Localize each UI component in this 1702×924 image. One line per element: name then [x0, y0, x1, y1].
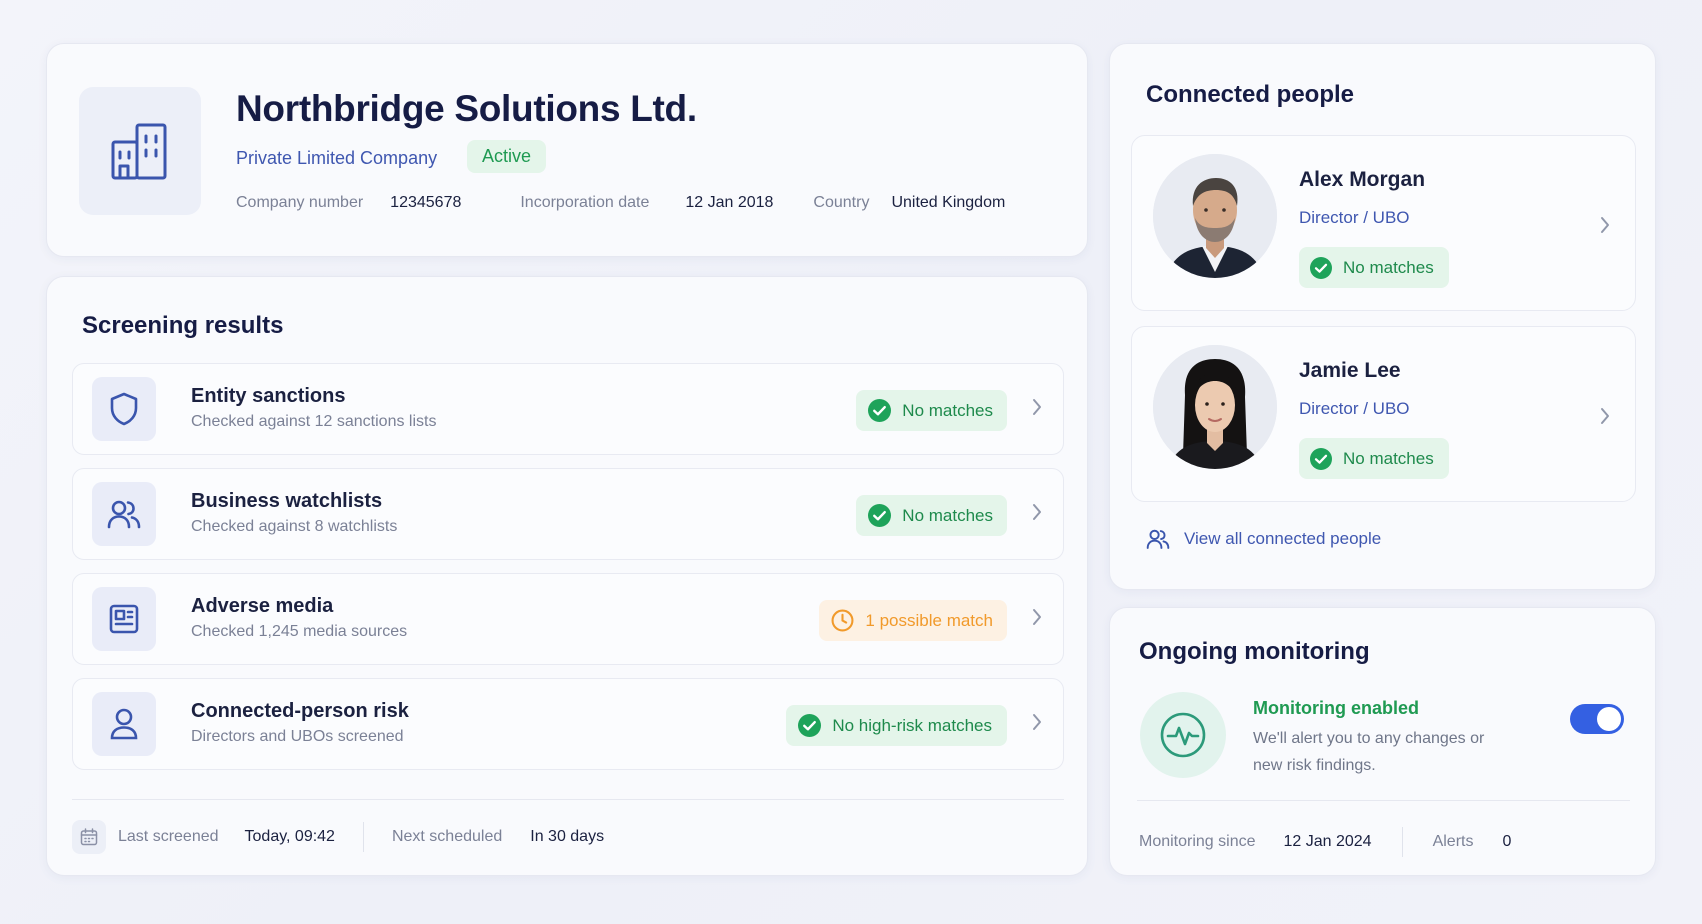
screening-row-entity-sanctions[interactable]: Entity sanctions Checked against 12 sanc… [72, 363, 1064, 455]
chevron-right-icon[interactable] [1599, 405, 1611, 427]
company-header-card: Northbridge Solutions Ltd. Private Limit… [46, 43, 1088, 257]
person-name: Jamie Lee [1299, 359, 1401, 382]
result-text: No matches [902, 400, 993, 420]
incorporation-date-value: 12 Jan 2018 [685, 194, 774, 211]
calendar-icon [72, 820, 106, 854]
result-badge: No matches [856, 495, 1007, 536]
result-text: 1 possible match [865, 610, 993, 630]
check-title: Entity sanctions [191, 385, 346, 407]
shield-icon [92, 377, 156, 441]
toggle-knob [1597, 707, 1621, 731]
company-status-badge: Active [467, 140, 547, 173]
monitoring-toggle[interactable] [1570, 704, 1624, 734]
view-all-label: View all connected people [1184, 529, 1382, 548]
check-circle-icon [1310, 447, 1332, 470]
avatar [1153, 345, 1277, 469]
person-role: Director / UBO [1299, 208, 1410, 227]
person-card-alex-morgan[interactable]: Alex Morgan Director / UBO No matches [1131, 135, 1636, 311]
person-icon [92, 692, 156, 756]
last-screened-value: Today, 09:42 [244, 828, 335, 845]
screening-row-business-watchlists[interactable]: Business watchlists Checked against 8 wa… [72, 468, 1064, 560]
company-number-label: Company number [236, 194, 364, 211]
screening-footer: Last screened Today, 09:42 Next schedule… [72, 820, 604, 854]
users-icon [92, 482, 156, 546]
company-meta-row: Company number 12345678 Incorporation da… [236, 194, 1005, 212]
connected-people-card: Connected people Alex Morgan Director / … [1109, 43, 1656, 590]
check-title: Connected-person risk [191, 700, 409, 722]
screening-results-title: Screening results [82, 312, 284, 339]
country-value: United Kingdom [891, 194, 1006, 211]
result-badge: 1 possible match [819, 600, 1007, 641]
result-badge: No high-risk matches [786, 705, 1007, 746]
monitoring-since-label: Monitoring since [1139, 833, 1256, 850]
check-subtitle: Directors and UBOs screened [191, 728, 404, 745]
building-icon [79, 87, 201, 215]
person-name: Alex Morgan [1299, 168, 1426, 191]
vertical-divider [362, 822, 364, 852]
connected-people-title: Connected people [1146, 81, 1355, 108]
check-subtitle: Checked against 8 watchlists [191, 518, 398, 535]
incorporation-date-label: Incorporation date [520, 194, 650, 211]
avatar [1153, 154, 1277, 278]
divider [1137, 800, 1630, 801]
next-scheduled-label: Next scheduled [391, 828, 503, 845]
users-icon [1146, 528, 1170, 550]
result-text: No high-risk matches [832, 715, 992, 735]
result-badge: No matches [1299, 438, 1449, 479]
result-badge: No matches [1299, 247, 1449, 288]
result-badge: No matches [856, 390, 1007, 431]
activity-pulse-icon [1140, 692, 1226, 778]
check-subtitle: Checked 1,245 media sources [191, 623, 408, 640]
newspaper-icon [92, 587, 156, 651]
alerts-label: Alerts [1432, 833, 1474, 850]
company-number-value: 12345678 [390, 194, 462, 211]
check-subtitle: Checked against 12 sanctions lists [191, 413, 437, 430]
chevron-right-icon[interactable] [1031, 711, 1043, 733]
chevron-right-icon[interactable] [1031, 396, 1043, 418]
ongoing-monitoring-card: Ongoing monitoring Monitoring enabled We… [1109, 607, 1656, 876]
result-text: No matches [902, 505, 993, 525]
clock-icon [831, 609, 854, 632]
divider [72, 799, 1064, 800]
next-scheduled-value: In 30 days [530, 828, 605, 845]
person-card-jamie-lee[interactable]: Jamie Lee Director / UBO No matches [1131, 326, 1636, 502]
company-name: Northbridge Solutions Ltd. [236, 88, 697, 129]
check-title: Business watchlists [191, 490, 383, 512]
monitoring-description: We'll alert you to any changes or new ri… [1253, 730, 1485, 774]
country-label: Country [813, 194, 870, 211]
check-circle-icon [868, 504, 892, 527]
screening-results-card: Screening results Entity sanctions Check… [46, 276, 1088, 876]
check-title: Adverse media [191, 595, 334, 617]
chevron-right-icon[interactable] [1031, 606, 1043, 628]
view-all-connected-people-link[interactable]: View all connected people [1146, 528, 1381, 550]
monitoring-status-title: Monitoring enabled [1253, 698, 1419, 718]
person-role: Director / UBO [1299, 399, 1410, 418]
screening-row-connected-person-risk[interactable]: Connected-person risk Directors and UBOs… [72, 678, 1064, 770]
chevron-right-icon[interactable] [1599, 214, 1611, 236]
ongoing-monitoring-title: Ongoing monitoring [1139, 638, 1370, 665]
chevron-right-icon[interactable] [1031, 501, 1043, 523]
result-text: No matches [1343, 448, 1434, 468]
check-circle-icon [868, 399, 892, 422]
monitoring-footer: Monitoring since 12 Jan 2024 Alerts 0 [1139, 827, 1511, 857]
last-screened-label: Last screened [118, 828, 219, 845]
vertical-divider [1401, 827, 1403, 857]
monitoring-since-value: 12 Jan 2024 [1283, 833, 1372, 850]
company-type: Private Limited Company [236, 148, 438, 168]
screening-row-adverse-media[interactable]: Adverse media Checked 1,245 media source… [72, 573, 1064, 665]
check-circle-icon [1310, 256, 1332, 279]
alerts-value: 0 [1502, 833, 1512, 850]
check-circle-icon [798, 714, 822, 737]
result-text: No matches [1343, 257, 1434, 277]
